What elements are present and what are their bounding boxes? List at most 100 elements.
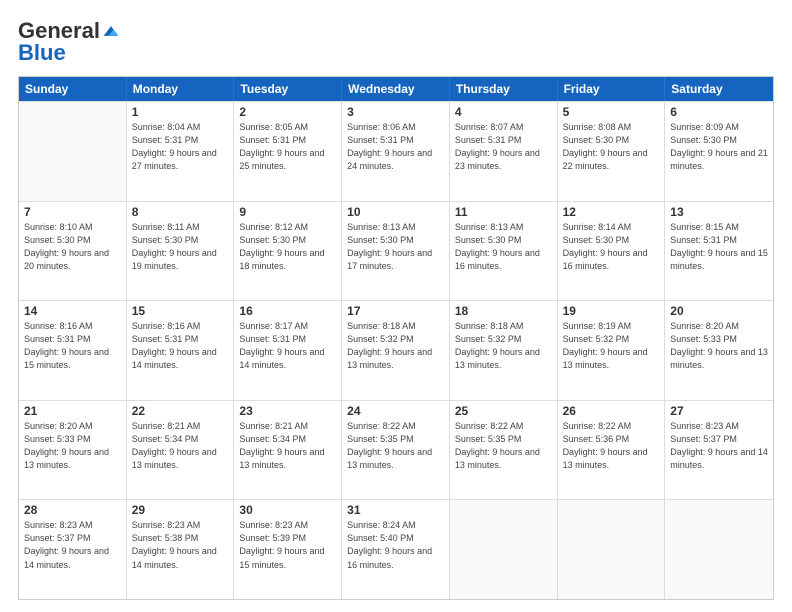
day-number: 13: [670, 205, 768, 219]
day-number: 16: [239, 304, 336, 318]
page: General Blue SundayMondayTuesdayWednesda…: [0, 0, 792, 612]
day-info: Sunrise: 8:14 AMSunset: 5:30 PMDaylight:…: [563, 221, 660, 273]
day-info: Sunrise: 8:16 AMSunset: 5:31 PMDaylight:…: [132, 320, 229, 372]
day-number: 20: [670, 304, 768, 318]
calendar-cell: 22 Sunrise: 8:21 AMSunset: 5:34 PMDayligh…: [127, 401, 235, 500]
calendar-cell: 16 Sunrise: 8:17 AMSunset: 5:31 PMDayligh…: [234, 301, 342, 400]
calendar-cell: 29 Sunrise: 8:23 AMSunset: 5:38 PMDayligh…: [127, 500, 235, 599]
day-number: 15: [132, 304, 229, 318]
day-number: 26: [563, 404, 660, 418]
day-number: 10: [347, 205, 444, 219]
day-number: 24: [347, 404, 444, 418]
day-number: 17: [347, 304, 444, 318]
calendar-body: 1Sunrise: 8:04 AMSunset: 5:31 PMDaylight…: [19, 101, 773, 599]
day-number: 7: [24, 205, 121, 219]
calendar-cell: [558, 500, 666, 599]
calendar-cell: 17 Sunrise: 8:18 AMSunset: 5:32 PMDayligh…: [342, 301, 450, 400]
calendar-cell: 20 Sunrise: 8:20 AMSunset: 5:33 PMDayligh…: [665, 301, 773, 400]
day-number: 9: [239, 205, 336, 219]
calendar-cell: 25Sunrise: 8:22 AMSunset: 5:35 PMDayligh…: [450, 401, 558, 500]
day-info: Sunrise: 8:04 AMSunset: 5:31 PMDaylight:…: [132, 121, 229, 173]
day-info: Sunrise: 8:21 AMSunset: 5:34 PMDaylight:…: [239, 420, 336, 472]
day-number: 18: [455, 304, 552, 318]
day-number: 23: [239, 404, 336, 418]
calendar-cell: 24 Sunrise: 8:22 AMSunset: 5:35 PMDayligh…: [342, 401, 450, 500]
day-info: Sunrise: 8:10 AMSunset: 5:30 PMDaylight:…: [24, 221, 121, 273]
day-number: 11: [455, 205, 552, 219]
day-number: 14: [24, 304, 121, 318]
calendar-cell: 14 Sunrise: 8:16 AMSunset: 5:31 PMDayligh…: [19, 301, 127, 400]
day-number: 31: [347, 503, 444, 517]
calendar-header-cell: Thursday: [450, 77, 558, 101]
logo-blue: Blue: [18, 40, 66, 66]
calendar-cell: 19Sunrise: 8:19 AMSunset: 5:32 PMDayligh…: [558, 301, 666, 400]
day-info: Sunrise: 8:23 AMSunset: 5:37 PMDaylight:…: [24, 519, 121, 571]
calendar-cell: [19, 102, 127, 201]
day-number: 30: [239, 503, 336, 517]
calendar-cell: 6 Sunrise: 8:09 AMSunset: 5:30 PMDaylight…: [665, 102, 773, 201]
day-number: 12: [563, 205, 660, 219]
calendar-week-1: 1Sunrise: 8:04 AMSunset: 5:31 PMDaylight…: [19, 101, 773, 201]
day-info: Sunrise: 8:06 AMSunset: 5:31 PMDaylight:…: [347, 121, 444, 173]
day-number: 6: [670, 105, 768, 119]
day-info: Sunrise: 8:24 AMSunset: 5:40 PMDaylight:…: [347, 519, 444, 571]
day-info: Sunrise: 8:12 AMSunset: 5:30 PMDaylight:…: [239, 221, 336, 273]
day-info: Sunrise: 8:22 AMSunset: 5:35 PMDaylight:…: [347, 420, 444, 472]
day-info: Sunrise: 8:08 AMSunset: 5:30 PMDaylight:…: [563, 121, 660, 173]
day-info: Sunrise: 8:22 AMSunset: 5:35 PMDaylight:…: [455, 420, 552, 472]
calendar-cell: 27 Sunrise: 8:23 AMSunset: 5:37 PMDayligh…: [665, 401, 773, 500]
day-number: 22: [132, 404, 229, 418]
calendar-cell: 10 Sunrise: 8:13 AMSunset: 5:30 PMDayligh…: [342, 202, 450, 301]
calendar-cell: 2 Sunrise: 8:05 AMSunset: 5:31 PMDaylight…: [234, 102, 342, 201]
calendar-cell: 11 Sunrise: 8:13 AMSunset: 5:30 PMDayligh…: [450, 202, 558, 301]
day-info: Sunrise: 8:05 AMSunset: 5:31 PMDaylight:…: [239, 121, 336, 173]
calendar-cell: 3 Sunrise: 8:06 AMSunset: 5:31 PMDaylight…: [342, 102, 450, 201]
calendar-cell: 28Sunrise: 8:23 AMSunset: 5:37 PMDayligh…: [19, 500, 127, 599]
day-info: Sunrise: 8:18 AMSunset: 5:32 PMDaylight:…: [347, 320, 444, 372]
header: General Blue: [18, 18, 774, 66]
day-number: 21: [24, 404, 121, 418]
day-info: Sunrise: 8:15 AMSunset: 5:31 PMDaylight:…: [670, 221, 768, 273]
day-info: Sunrise: 8:22 AMSunset: 5:36 PMDaylight:…: [563, 420, 660, 472]
calendar-cell: 26 Sunrise: 8:22 AMSunset: 5:36 PMDayligh…: [558, 401, 666, 500]
day-number: 27: [670, 404, 768, 418]
calendar-header-cell: Saturday: [665, 77, 773, 101]
calendar-header-cell: Sunday: [19, 77, 127, 101]
calendar-cell: 18Sunrise: 8:18 AMSunset: 5:32 PMDayligh…: [450, 301, 558, 400]
day-info: Sunrise: 8:13 AMSunset: 5:30 PMDaylight:…: [455, 221, 552, 273]
calendar-cell: 23 Sunrise: 8:21 AMSunset: 5:34 PMDayligh…: [234, 401, 342, 500]
calendar-cell: 9 Sunrise: 8:12 AMSunset: 5:30 PMDaylight…: [234, 202, 342, 301]
day-number: 8: [132, 205, 229, 219]
calendar-cell: 7 Sunrise: 8:10 AMSunset: 5:30 PMDaylight…: [19, 202, 127, 301]
day-info: Sunrise: 8:09 AMSunset: 5:30 PMDaylight:…: [670, 121, 768, 173]
day-info: Sunrise: 8:20 AMSunset: 5:33 PMDaylight:…: [24, 420, 121, 472]
calendar-header-cell: Friday: [558, 77, 666, 101]
day-number: 29: [132, 503, 229, 517]
day-number: 4: [455, 105, 552, 119]
calendar-cell: 5Sunrise: 8:08 AMSunset: 5:30 PMDaylight…: [558, 102, 666, 201]
logo-icon: [102, 24, 120, 38]
calendar-cell: 13 Sunrise: 8:15 AMSunset: 5:31 PMDayligh…: [665, 202, 773, 301]
day-number: 3: [347, 105, 444, 119]
day-number: 19: [563, 304, 660, 318]
day-info: Sunrise: 8:23 AMSunset: 5:38 PMDaylight:…: [132, 519, 229, 571]
calendar-cell: [665, 500, 773, 599]
day-info: Sunrise: 8:23 AMSunset: 5:39 PMDaylight:…: [239, 519, 336, 571]
calendar-cell: [450, 500, 558, 599]
calendar: SundayMondayTuesdayWednesdayThursdayFrid…: [18, 76, 774, 600]
day-info: Sunrise: 8:17 AMSunset: 5:31 PMDaylight:…: [239, 320, 336, 372]
calendar-cell: 1Sunrise: 8:04 AMSunset: 5:31 PMDaylight…: [127, 102, 235, 201]
day-info: Sunrise: 8:07 AMSunset: 5:31 PMDaylight:…: [455, 121, 552, 173]
day-info: Sunrise: 8:11 AMSunset: 5:30 PMDaylight:…: [132, 221, 229, 273]
day-info: Sunrise: 8:16 AMSunset: 5:31 PMDaylight:…: [24, 320, 121, 372]
day-info: Sunrise: 8:23 AMSunset: 5:37 PMDaylight:…: [670, 420, 768, 472]
calendar-header-cell: Monday: [127, 77, 235, 101]
calendar-week-2: 7 Sunrise: 8:10 AMSunset: 5:30 PMDaylight…: [19, 201, 773, 301]
day-number: 2: [239, 105, 336, 119]
calendar-cell: 4 Sunrise: 8:07 AMSunset: 5:31 PMDaylight…: [450, 102, 558, 201]
calendar-cell: 31 Sunrise: 8:24 AMSunset: 5:40 PMDayligh…: [342, 500, 450, 599]
day-info: Sunrise: 8:20 AMSunset: 5:33 PMDaylight:…: [670, 320, 768, 372]
day-info: Sunrise: 8:13 AMSunset: 5:30 PMDaylight:…: [347, 221, 444, 273]
day-info: Sunrise: 8:21 AMSunset: 5:34 PMDaylight:…: [132, 420, 229, 472]
calendar-week-4: 21 Sunrise: 8:20 AMSunset: 5:33 PMDayligh…: [19, 400, 773, 500]
